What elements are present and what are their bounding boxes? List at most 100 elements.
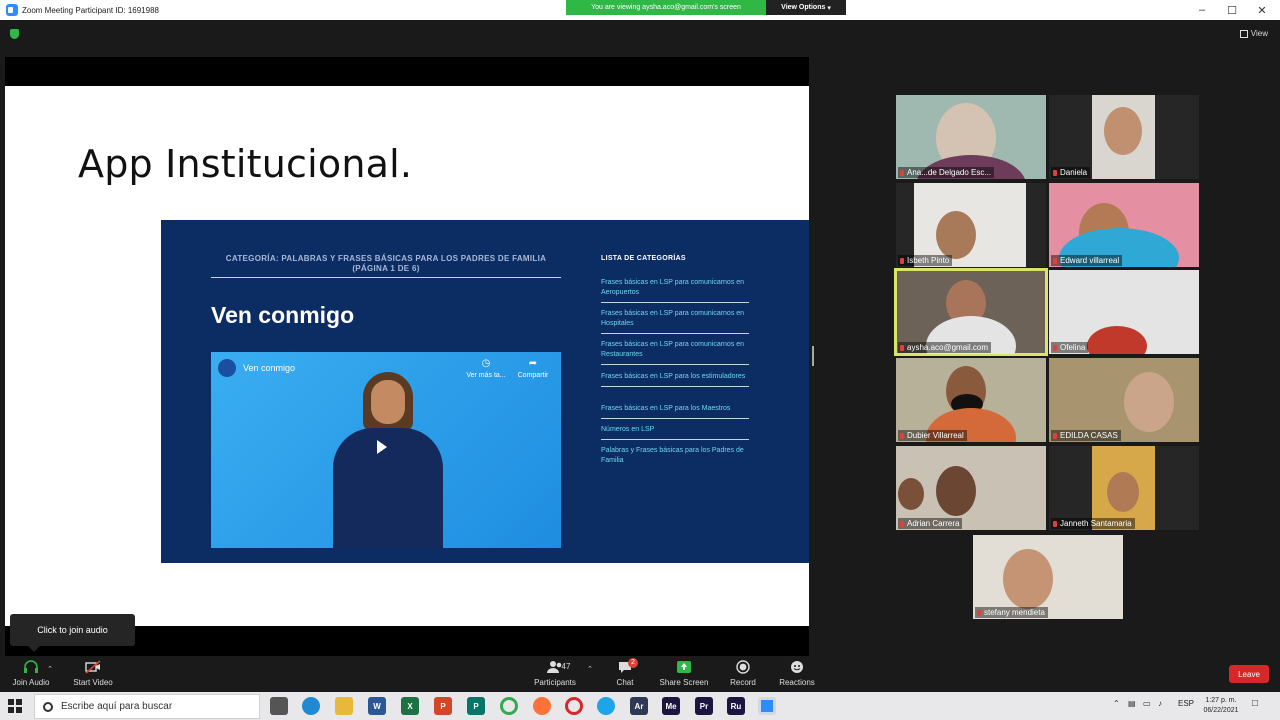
video-tile[interactable]: Adrian Carrera [896, 446, 1046, 530]
video-tile[interactable]: EDILDA CASAS [1049, 358, 1199, 442]
excel-icon[interactable]: X [401, 697, 419, 715]
clock-icon: ◷ [481, 358, 491, 369]
shared-screen-letterbox-top [5, 57, 809, 86]
start-video-button[interactable]: Start Video [63, 660, 123, 687]
participant-name: Adrian Carrera [898, 518, 963, 529]
participant-name: Janneth Santamaria [1051, 518, 1135, 529]
signing-presenter [313, 372, 463, 548]
aero-icon[interactable]: Ar [630, 697, 648, 715]
search-icon [43, 701, 53, 712]
video-off-icon [85, 660, 101, 674]
leave-button[interactable]: Leave [1229, 665, 1269, 683]
meeting-controls-bar: Join Audio ⌃ Start Video Participants 47… [0, 656, 1280, 692]
participant-name: aysha.aco@gmail.com [898, 342, 992, 353]
category-link-numeros[interactable]: Números en LSP [601, 425, 749, 440]
headphones-icon [24, 660, 38, 673]
watch-later-button[interactable]: ◷ Ver más ta... [461, 358, 511, 379]
zoom-app-icon [6, 4, 18, 16]
chrome-icon[interactable] [500, 697, 518, 715]
category-heading: CATEGORÍA: PALABRAS Y FRASES BÁSICAS PAR… [225, 254, 547, 273]
participant-name: Ana...de Delgado Esc... [898, 167, 995, 178]
record-button[interactable]: Record [713, 660, 773, 687]
viewing-share-banner: You are viewing aysha.aco@gmail.com's sc… [566, 0, 766, 15]
category-link-aeropuertos[interactable]: Frases básicas en LSP para comunicarnos … [601, 278, 749, 303]
share-screen-icon [677, 661, 691, 673]
category-link-maestros[interactable]: Frases básicas en LSP para los Maestros [601, 404, 749, 419]
reactions-button[interactable]: Reactions [767, 660, 827, 687]
record-icon [736, 660, 750, 674]
participant-name: Daniela [1051, 167, 1091, 178]
zoom-taskbar-icon[interactable] [758, 697, 776, 715]
participant-name: Ofelina [1051, 342, 1089, 353]
category-link-padres[interactable]: Palabras y Frases básicas para los Padre… [601, 446, 749, 470]
notifications-icon[interactable]: □ [1252, 698, 1258, 709]
powerpoint-icon[interactable]: P [434, 697, 452, 715]
word-icon[interactable]: W [368, 697, 386, 715]
view-options-button[interactable]: View Options ▾ [766, 0, 846, 15]
video-tile[interactable]: Daniela [1049, 95, 1199, 179]
video-title: Ven conmigo [243, 363, 296, 373]
video-tile[interactable]: Dubier Villarreal [896, 358, 1046, 442]
split-view-handle[interactable] [812, 346, 814, 366]
share-video-button[interactable]: ➦ Compartir [508, 358, 558, 379]
participant-name: Isbeth Pinto [898, 255, 953, 266]
slide-title: App Institucional. [78, 142, 413, 186]
minimize-button[interactable]: – [1187, 0, 1217, 20]
edge-icon[interactable] [302, 697, 320, 715]
channel-logo-icon [218, 359, 236, 377]
opera-icon[interactable] [565, 697, 583, 715]
play-icon[interactable] [377, 440, 387, 454]
premiere-icon[interactable]: Pr [695, 697, 713, 715]
network-icon[interactable]: ▤ [1128, 699, 1136, 708]
grid-view-icon [1239, 29, 1248, 38]
heading-divider [211, 277, 561, 278]
participant-name: Edward villarreal [1051, 255, 1123, 266]
media-encoder-icon[interactable]: Me [662, 697, 680, 715]
category-link-estimuladores[interactable]: Frases básicas en LSP para los estimulad… [601, 372, 749, 387]
embedded-video[interactable]: Ven conmigo ◷ Ver más ta... ➦ Compartir [211, 352, 561, 548]
chat-button[interactable]: Chat [595, 660, 655, 687]
video-tile[interactable]: Janneth Santamaria [1049, 446, 1199, 530]
audio-options-caret[interactable]: ⌃ [43, 665, 57, 673]
video-tile[interactable]: Ana...de Delgado Esc... [896, 95, 1046, 179]
tray-overflow-icon[interactable]: ⌃ [1113, 699, 1120, 708]
rush-icon[interactable]: Ru [727, 697, 745, 715]
shared-slide: App Institucional. CATEGORÍA: PALABRAS Y… [5, 86, 809, 702]
video-tile[interactable]: stefany mendieta [973, 535, 1123, 619]
join-audio-tooltip: Click to join audio [10, 614, 135, 652]
participant-name: stefany mendieta [975, 607, 1048, 618]
task-view-icon[interactable] [270, 697, 288, 715]
category-list-heading: LISTA DE CATEGORÍAS [601, 255, 686, 262]
taskbar-search-box[interactable]: Escribe aquí para buscar [34, 694, 260, 719]
view-layout-button[interactable]: View [1239, 29, 1268, 38]
zoom-window: Zoom Meeting Participant ID: 1691988 You… [0, 0, 1280, 720]
share-screen-button[interactable]: Share Screen [654, 660, 714, 687]
firefox-icon[interactable] [533, 697, 551, 715]
video-tile[interactable]: Isbeth Pinto [896, 183, 1046, 267]
participant-count: 47 [561, 662, 571, 671]
encryption-shield-icon[interactable] [10, 29, 19, 39]
taskbar-clock[interactable]: 1:27 p. m. 06/22/2021 [1198, 696, 1244, 716]
app-screenshot-panel: CATEGORÍA: PALABRAS Y FRASES BÁSICAS PAR… [161, 220, 809, 563]
lesson-title: Ven conmigo [211, 302, 355, 328]
maximize-button[interactable]: ☐ [1217, 0, 1247, 20]
battery-icon[interactable]: ▭ [1143, 699, 1151, 708]
share-arrow-icon: ➦ [528, 358, 538, 369]
video-tile[interactable]: Ofelina [1049, 270, 1199, 354]
smiley-icon [791, 661, 803, 673]
participant-name: Dubier Villarreal [898, 430, 967, 441]
input-language[interactable]: ESP [1178, 699, 1194, 708]
internet-explorer-icon[interactable] [597, 697, 615, 715]
close-button[interactable]: ✕ [1247, 0, 1277, 20]
windows-start-icon[interactable] [8, 699, 22, 713]
publisher-icon[interactable]: P [467, 697, 485, 715]
file-explorer-icon[interactable] [335, 697, 353, 715]
window-title: Zoom Meeting Participant ID: 1691988 [22, 5, 159, 15]
video-tile-active-speaker[interactable]: aysha.aco@gmail.com [894, 268, 1048, 356]
chat-unread-badge: 2 [628, 658, 638, 668]
participant-name: EDILDA CASAS [1051, 430, 1121, 441]
video-tile[interactable]: Edward villarreal [1049, 183, 1199, 267]
category-link-hospitales[interactable]: Frases básicas en LSP para comunicarnos … [601, 309, 749, 334]
category-link-restaurantes[interactable]: Frases básicas en LSP para comunicarnos … [601, 340, 749, 365]
volume-icon[interactable]: ♪ [1158, 699, 1162, 708]
